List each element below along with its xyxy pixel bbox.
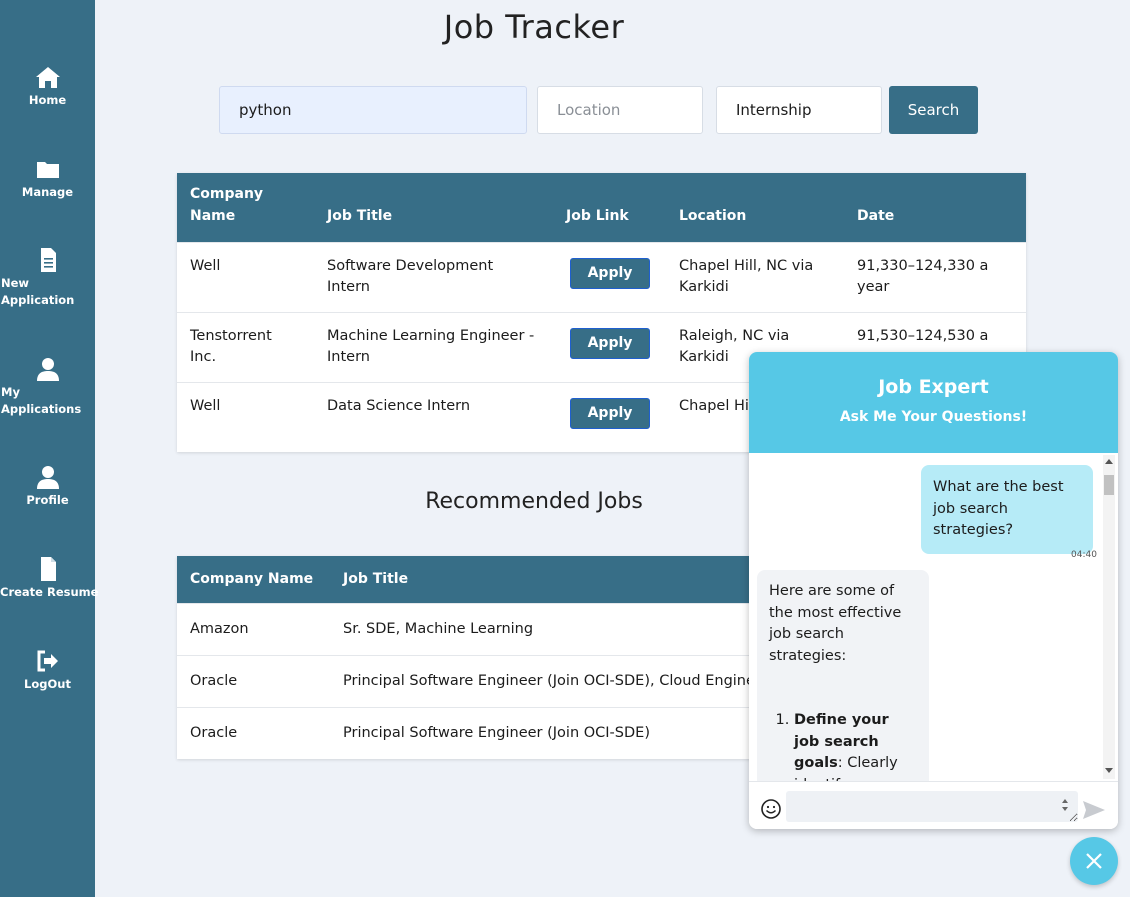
user-icon <box>36 466 59 489</box>
chat-title: Job Expert <box>878 376 989 398</box>
message-timestamp: 04:40 <box>1071 550 1097 560</box>
bot-message: Here are some of the most effective job … <box>757 570 929 781</box>
job-link-cell: Apply <box>553 311 666 382</box>
header-job-title: Job Title <box>314 173 553 242</box>
job-title-cell: Data Science Intern <box>314 381 553 452</box>
sidebar: Home Manage New Application My Applicati… <box>0 0 99 897</box>
scroll-thumb[interactable] <box>1104 475 1114 495</box>
table-row: Well Software Development Intern Apply C… <box>177 241 1026 312</box>
sidebar-item-home[interactable]: Home <box>0 64 95 109</box>
job-title-cell: Machine Learning Engineer - Intern <box>314 311 553 382</box>
location-input[interactable] <box>537 86 703 134</box>
emoji-icon[interactable] <box>760 798 782 820</box>
header-company-name: Company Name <box>177 173 314 242</box>
chat-scrollbar[interactable] <box>1103 455 1115 779</box>
sidebar-item-manage[interactable]: Manage <box>0 156 95 201</box>
chat-close-button[interactable] <box>1070 837 1118 885</box>
company-cell: Well <box>177 241 314 312</box>
table-header-row: Company Name Job Title Job Link Location… <box>177 173 1026 242</box>
job-link-cell: Apply <box>553 381 666 452</box>
scroll-up-arrow-icon[interactable] <box>1105 459 1113 464</box>
chat-subtitle: Ask Me Your Questions! <box>839 409 1028 425</box>
company-cell: Amazon <box>177 602 330 655</box>
location-cell: Chapel Hill, NC via Karkidi <box>666 241 844 312</box>
sidebar-item-label: Home <box>28 93 67 107</box>
bot-message-list: Define your job search goals: Clearly id… <box>769 710 917 781</box>
chat-widget: Job Expert Ask Me Your Questions! What a… <box>749 352 1118 829</box>
company-cell: Oracle <box>177 706 330 759</box>
sidebar-item-label: New Application <box>1 276 75 307</box>
chat-message-input[interactable] <box>786 791 1078 822</box>
date-cell: 91,330–124,330 a year <box>844 241 1026 312</box>
sidebar-item-create-resume[interactable]: Create Resume <box>0 556 99 601</box>
user-message: What are the best job search strategies? <box>921 465 1093 554</box>
job-link-cell: Apply <box>553 241 666 312</box>
close-icon <box>1086 853 1102 869</box>
sidebar-item-label: LogOut <box>24 677 71 691</box>
search-button[interactable]: Search <box>889 86 978 134</box>
bot-message-intro: Here are some of the most effective job … <box>769 583 902 664</box>
header-company-name: Company Name <box>177 556 330 603</box>
folder-icon <box>36 162 59 178</box>
user-icon <box>36 358 59 381</box>
file-icon <box>40 557 56 581</box>
resize-stepper-icon <box>1062 799 1068 811</box>
company-cell: Oracle <box>177 654 330 707</box>
list-item: Define your job search goals: Clearly id… <box>794 710 917 781</box>
logout-icon <box>37 650 58 672</box>
sidebar-item-label: My Applications <box>1 385 82 416</box>
sidebar-item-new-application[interactable]: New Application <box>0 247 95 309</box>
home-icon <box>35 67 60 88</box>
company-cell: Tenstorrent Inc. <box>177 311 314 382</box>
apply-button[interactable]: Apply <box>570 257 650 289</box>
chat-messages[interactable]: What are the best job search strategies?… <box>749 453 1118 781</box>
sidebar-item-logout[interactable]: LogOut <box>0 648 95 693</box>
apply-button[interactable]: Apply <box>570 327 650 359</box>
chat-input-bar <box>749 781 1118 829</box>
sidebar-item-label: Create Resume <box>0 585 99 599</box>
scroll-down-arrow-icon[interactable] <box>1105 768 1113 773</box>
document-icon <box>40 248 56 272</box>
chat-header: Job Expert Ask Me Your Questions! <box>749 352 1118 453</box>
page-title: Job Tracker <box>443 8 625 46</box>
company-cell: Well <box>177 381 314 452</box>
sidebar-item-label: Manage <box>21 185 74 199</box>
keyword-input[interactable] <box>219 86 527 134</box>
header-job-link: Job Link <box>553 173 666 242</box>
job-type-input[interactable] <box>716 86 882 134</box>
apply-button[interactable]: Apply <box>570 397 650 429</box>
sidebar-item-my-applications[interactable]: My Applications <box>0 356 95 418</box>
job-title-cell: Software Development Intern <box>314 241 553 312</box>
send-icon[interactable] <box>1082 800 1106 820</box>
header-date: Date <box>844 173 1026 242</box>
header-location: Location <box>666 173 844 242</box>
